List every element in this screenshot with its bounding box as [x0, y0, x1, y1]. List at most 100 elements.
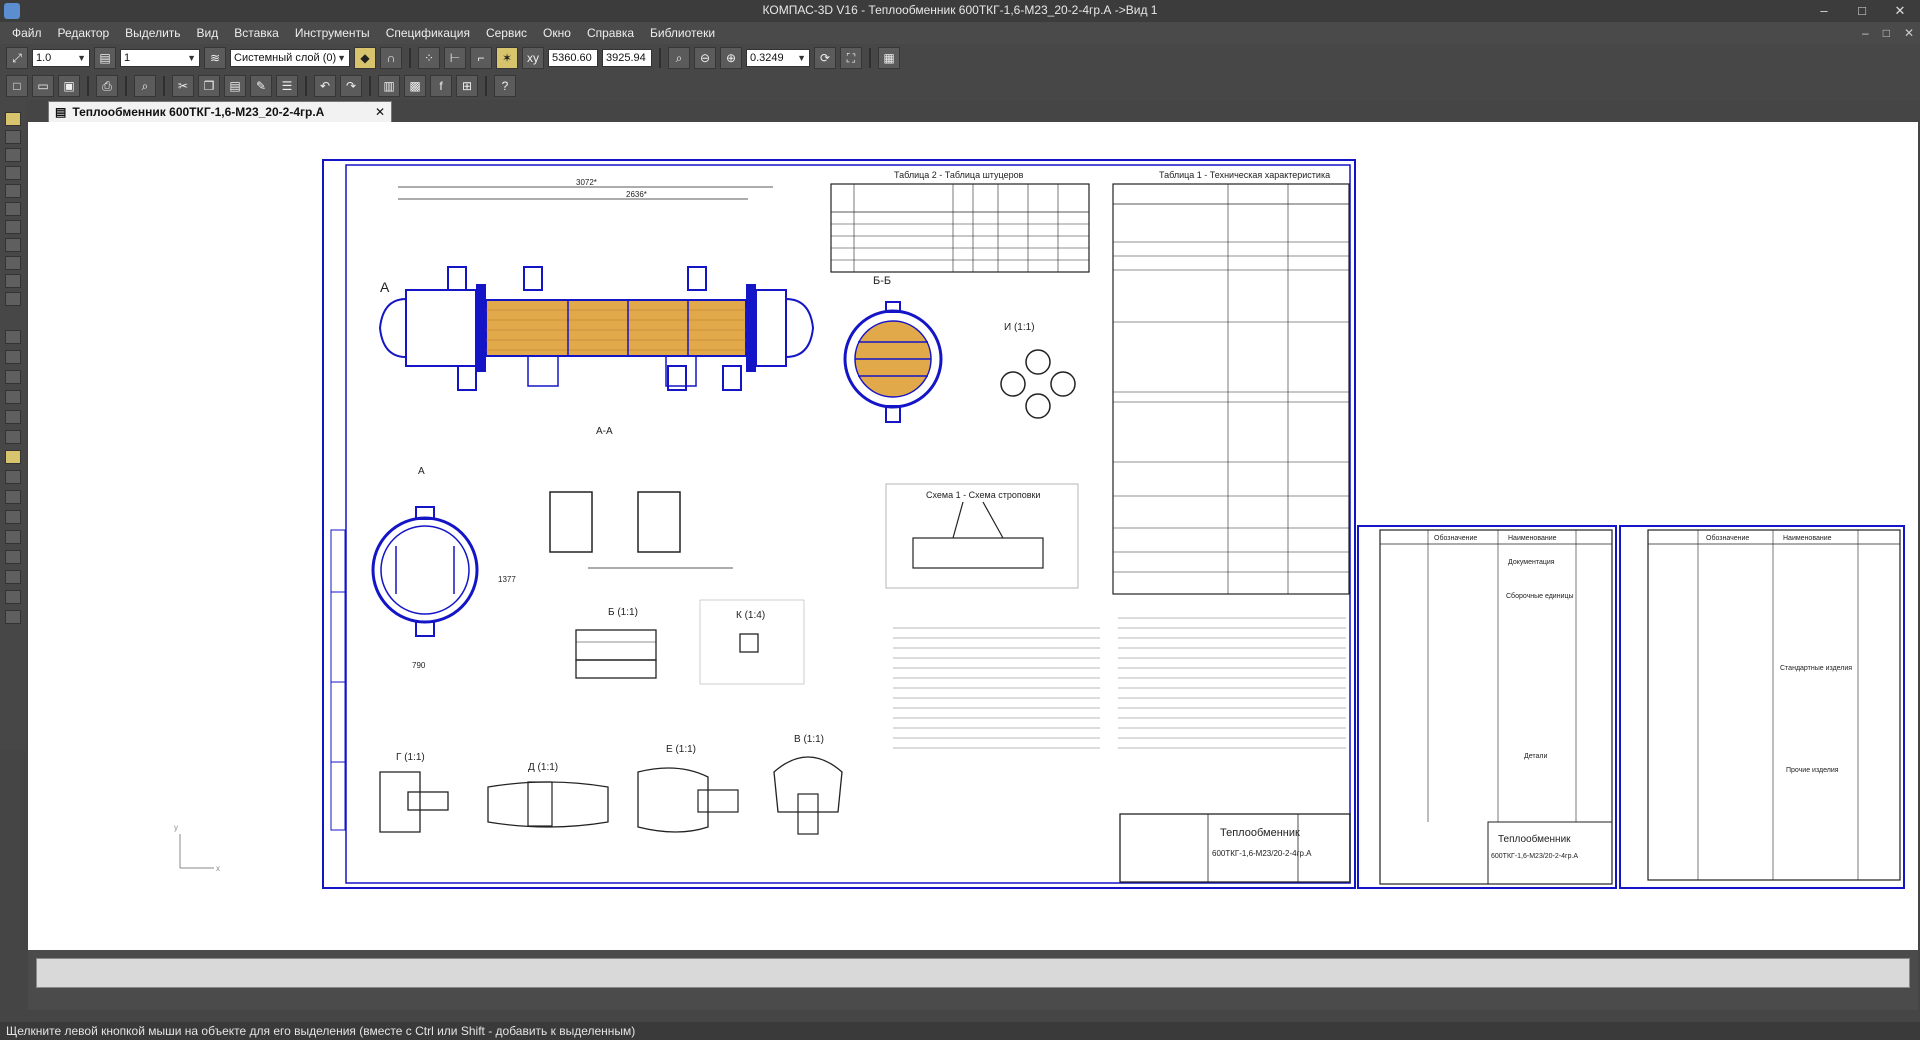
grid-icon[interactable]: ⁘ — [418, 47, 440, 69]
dim-width: 790 — [412, 661, 426, 670]
circle-icon[interactable] — [5, 390, 21, 404]
style-icon[interactable]: ▤ — [94, 47, 116, 69]
undo-icon[interactable]: ↶ — [314, 75, 336, 97]
menu-file[interactable]: Файл — [6, 26, 48, 40]
mdi-close-button[interactable]: ✕ — [1904, 26, 1914, 40]
drawing-sheet: 3072* 2636* А А-А Б-Б И (1:1) А 790 1377… — [174, 159, 1905, 889]
properties-panel[interactable] — [36, 958, 1910, 988]
coord-y-field[interactable]: 3925.94 — [602, 49, 652, 67]
equidistant-icon[interactable] — [5, 610, 21, 624]
mdi-minimize-button[interactable]: – — [1862, 26, 1869, 40]
menu-window[interactable]: Окно — [537, 26, 577, 40]
manager-icon[interactable]: ▥ — [378, 75, 400, 97]
spec-sheet-1: Обозначение Наименование Документация Сб… — [1357, 525, 1617, 889]
menu-service[interactable]: Сервис — [480, 26, 533, 40]
layer-select[interactable]: Системный слой (0) ▼ — [230, 49, 350, 67]
detail-e: Е (1:1) — [637, 744, 739, 833]
orthogonal-icon[interactable]: ⌐ — [470, 47, 492, 69]
scale-select[interactable]: 1.0 ▼ — [32, 49, 90, 67]
drawing-canvas[interactable]: 3072* 2636* А А-А Б-Б И (1:1) А 790 1377… — [28, 122, 1918, 950]
zoom-out-icon[interactable]: ⊖ — [694, 47, 716, 69]
menu-edit[interactable]: Редактор — [52, 26, 116, 40]
zoom-window-icon[interactable]: ⌕ — [668, 47, 690, 69]
menu-specification[interactable]: Спецификация — [380, 26, 476, 40]
print-icon[interactable]: ⎙ — [96, 75, 118, 97]
paste-icon[interactable]: ▤ — [224, 75, 246, 97]
svg-text:y: y — [174, 823, 178, 832]
measure-tool-icon[interactable] — [5, 202, 21, 216]
point-icon[interactable] — [5, 330, 21, 344]
segment-icon[interactable] — [5, 370, 21, 384]
variables-icon[interactable]: f — [430, 75, 452, 97]
menu-select[interactable]: Выделить — [119, 26, 186, 40]
chevron-down-icon: ▼ — [337, 53, 346, 63]
format-copy-icon[interactable]: ✎ — [250, 75, 272, 97]
compact-panel — [0, 100, 26, 750]
spec-sheet-2: Обозначение Наименование Стандартные изд… — [1619, 525, 1905, 889]
assoc-tool-icon[interactable] — [5, 238, 21, 252]
edit-tool-icon[interactable] — [5, 166, 21, 180]
minimize-button[interactable]: – — [1810, 2, 1838, 20]
cut-icon[interactable]: ✂ — [172, 75, 194, 97]
rectangle-icon[interactable] — [5, 530, 21, 544]
polygon-icon[interactable] — [5, 550, 21, 564]
chevron-down-icon: ▼ — [77, 53, 86, 63]
color-icon[interactable]: ◆ — [354, 47, 376, 69]
magnet-icon[interactable]: ∩ — [380, 47, 402, 69]
detail-i: И (1:1) — [1000, 322, 1076, 419]
dimension-tool-icon[interactable] — [5, 130, 21, 144]
style-select[interactable]: 1 ▼ — [120, 49, 200, 67]
menu-tools[interactable]: Инструменты — [289, 26, 376, 40]
contour-icon[interactable] — [5, 590, 21, 604]
polyline-icon[interactable] — [5, 470, 21, 484]
tab-document[interactable]: ▤ Теплообменник 600ТКГ-1,6-М23_20-2-4гр.… — [48, 101, 392, 122]
spline-icon[interactable] — [5, 450, 21, 464]
select-tool-icon[interactable] — [5, 220, 21, 234]
coord-x-field[interactable]: 5360.60 — [548, 49, 598, 67]
zoom-select[interactable]: 0.3249 ▼ — [746, 49, 810, 67]
refresh-view-icon[interactable]: ⟳ — [814, 47, 836, 69]
section-bb: Б-Б — [843, 275, 943, 423]
insert-tool-icon[interactable] — [5, 292, 21, 306]
library-icon[interactable]: ▩ — [404, 75, 426, 97]
menu-libraries[interactable]: Библиотеки — [644, 26, 721, 40]
mdi-restore-button[interactable]: □ — [1883, 26, 1890, 40]
detail-d: Д (1:1) — [487, 762, 609, 828]
layers-icon[interactable]: ≋ — [204, 47, 226, 69]
line-icon[interactable] — [5, 350, 21, 364]
hatch-icon[interactable] — [5, 570, 21, 584]
zoom-in-icon[interactable]: ⊕ — [720, 47, 742, 69]
view-manager-icon[interactable]: ▦ — [878, 47, 900, 69]
open-folder-icon[interactable]: ▭ — [32, 75, 54, 97]
maximize-button[interactable]: □ — [1848, 2, 1876, 20]
title-block: Теплообменник 600ТКГ-1,6-М23/20-2-4гр.А — [1119, 813, 1351, 883]
local-cs-icon[interactable]: ⊢ — [444, 47, 466, 69]
arc-icon[interactable] — [5, 410, 21, 424]
close-tab-icon[interactable]: ✕ — [375, 105, 385, 119]
geometry-tool-icon[interactable] — [5, 112, 21, 126]
fillet-icon[interactable] — [5, 510, 21, 524]
measure-icon[interactable]: ⊞ — [456, 75, 478, 97]
save-icon[interactable]: ▣ — [58, 75, 80, 97]
close-window-button[interactable]: ✕ — [1886, 2, 1914, 20]
chamfer-icon[interactable] — [5, 490, 21, 504]
redo-icon[interactable]: ↷ — [340, 75, 362, 97]
ellipse-icon[interactable] — [5, 430, 21, 444]
chevron-down-icon: ▼ — [797, 53, 806, 63]
scale-icon[interactable]: ⤢ — [6, 47, 28, 69]
copy-icon[interactable]: ❐ — [198, 75, 220, 97]
param-tool-icon[interactable] — [5, 184, 21, 198]
menu-help[interactable]: Справка — [581, 26, 640, 40]
menu-view[interactable]: Вид — [191, 26, 225, 40]
properties-icon[interactable]: ☰ — [276, 75, 298, 97]
new-document-icon[interactable]: □ — [6, 75, 28, 97]
menu-insert[interactable]: Вставка — [228, 26, 285, 40]
spec1-section-assemblies: Сборочные единицы — [1506, 592, 1574, 600]
help-pointer-icon[interactable]: ? — [494, 75, 516, 97]
preview-icon[interactable]: ⌕ — [134, 75, 156, 97]
report-tool-icon[interactable] — [5, 274, 21, 288]
show-all-icon[interactable]: ⛶ — [840, 47, 862, 69]
spec-tool-icon[interactable] — [5, 256, 21, 270]
snap-icon[interactable]: ✶ — [496, 47, 518, 69]
notation-tool-icon[interactable] — [5, 148, 21, 162]
